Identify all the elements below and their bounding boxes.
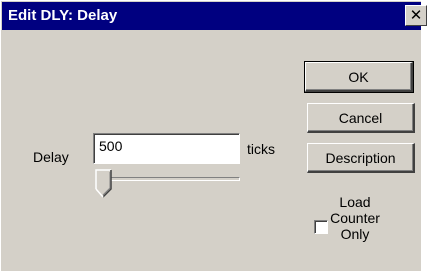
description-button-label: Description [325, 150, 396, 166]
close-button[interactable]: ✕ [405, 5, 427, 26]
delay-slider-thumb[interactable] [95, 169, 113, 199]
cancel-button[interactable]: Cancel [307, 103, 415, 133]
delay-label: Delay [33, 149, 69, 165]
load-counter-only-line-3: Only [340, 226, 370, 242]
load-counter-only-label: Load Counter Only [330, 194, 380, 242]
delay-slider-track[interactable] [98, 177, 240, 181]
delay-input[interactable]: 500 [93, 133, 240, 164]
edit-dly-dialog: Edit DLY: Delay ✕ OK Cancel Description … [0, 0, 427, 271]
load-counter-only-checkbox[interactable] [314, 220, 328, 234]
ok-button[interactable]: OK [304, 61, 414, 93]
load-counter-only-line-1: Load [339, 194, 371, 210]
cancel-button-label: Cancel [338, 110, 383, 126]
window-title: Edit DLY: Delay [8, 7, 118, 24]
delay-input-value: 500 [99, 138, 123, 154]
title-bar: Edit DLY: Delay ✕ [2, 2, 427, 30]
ok-button-label: OK [348, 69, 369, 85]
close-icon: ✕ [409, 6, 423, 24]
description-button[interactable]: Description [307, 143, 415, 173]
load-counter-only-line-2: Counter [330, 210, 380, 226]
ticks-label: ticks [247, 141, 275, 157]
